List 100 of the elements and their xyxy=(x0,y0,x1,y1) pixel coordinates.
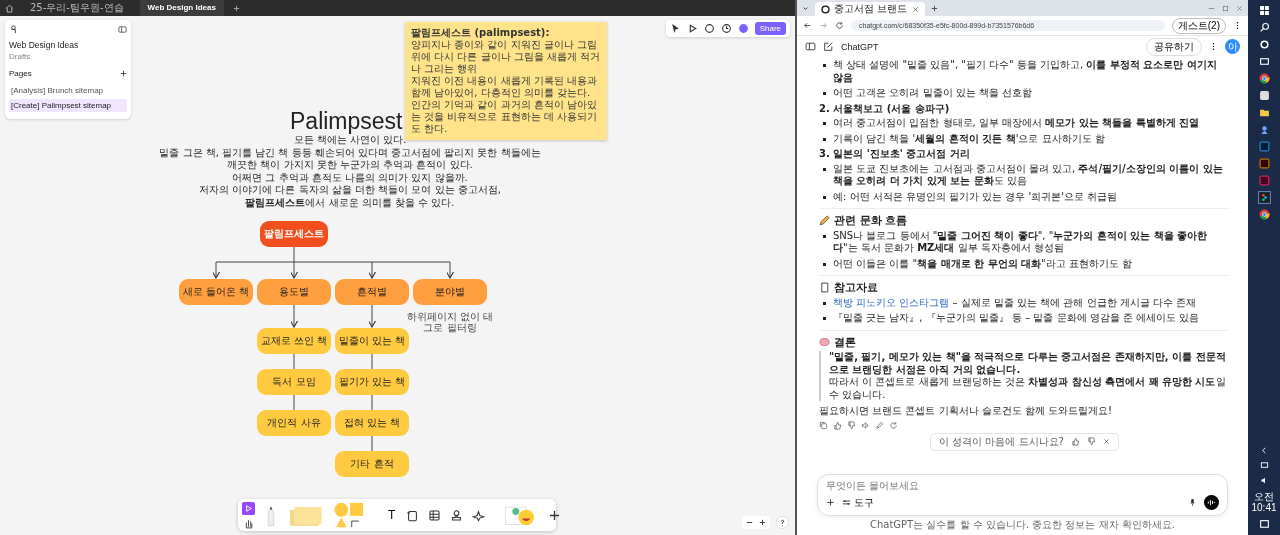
close-icon[interactable] xyxy=(912,5,919,13)
file-name[interactable]: Web Design Ideas xyxy=(9,40,127,50)
sitemap-node[interactable]: 독서 모임 xyxy=(257,369,331,395)
edit-icon[interactable] xyxy=(875,420,884,430)
message-input[interactable]: 무엇이든 물어보세요 xyxy=(826,480,1219,491)
home-icon[interactable] xyxy=(5,3,14,13)
cursor-icon[interactable] xyxy=(669,23,681,34)
bullet-text: 책방 피노키오 인스타그램 – 실제로 밑줄 있는 책에 관해 언급한 게시글 다수 존재 xyxy=(819,296,1230,309)
new-chat-icon[interactable] xyxy=(823,41,834,52)
chrome-icon[interactable] xyxy=(1258,209,1270,220)
reload-icon[interactable] xyxy=(835,21,844,30)
new-tab-icon[interactable] xyxy=(930,3,939,13)
bullet-text: 기록이 담긴 책을 '세월의 흔적이 깃든 책'으로 묘사하기도 함 xyxy=(819,132,1230,145)
microphone-icon[interactable] xyxy=(1188,498,1197,507)
connector-line xyxy=(371,435,373,452)
sticky-title: 팔림프세스트 (palimpsest): xyxy=(411,27,551,39)
notification-icon[interactable] xyxy=(1258,519,1270,530)
network-icon[interactable] xyxy=(1259,461,1269,470)
hand-tool-icon[interactable] xyxy=(243,517,254,529)
app-icon[interactable] xyxy=(1258,158,1270,169)
sitemap-node[interactable]: 밑줄이 있는 책 xyxy=(335,328,409,354)
copy-icon[interactable] xyxy=(819,420,828,430)
avatar-icon[interactable] xyxy=(737,23,749,34)
connector-line xyxy=(293,353,295,370)
speaker-icon[interactable] xyxy=(861,420,870,430)
plus-icon[interactable] xyxy=(548,508,562,522)
sitemap-node[interactable]: 필기가 있는 책 xyxy=(335,369,409,395)
sitemap-node[interactable]: 새로 들어온 책 xyxy=(179,279,253,305)
intro-text: 깨끗한 책이 가지지 못한 누군가의 추억과 흔적이 있다. xyxy=(226,159,474,172)
quote-text: 따라서 이 콘셉트로 새롭게 브랜딩하는 것은 차별성과 참신성 측면에서 꽤 유망한 시도일 수 있습니다. xyxy=(829,376,1227,401)
sidebar-icon[interactable] xyxy=(805,41,816,52)
stamp-icon[interactable] xyxy=(450,508,464,522)
plus-icon[interactable] xyxy=(826,498,835,507)
section-tool-icon[interactable] xyxy=(406,508,420,522)
clock-text[interactable]: 오전 10:41 xyxy=(1248,491,1280,513)
browser-tab[interactable]: 중고서점 브랜드 xyxy=(815,2,925,16)
tools-button[interactable]: 도구 xyxy=(842,495,874,510)
sitemap-node[interactable]: 용도별 xyxy=(257,279,331,305)
brain-icon xyxy=(819,336,830,348)
app-icon[interactable] xyxy=(1258,90,1270,101)
connector-line xyxy=(371,394,373,411)
sitemap-node[interactable]: 팔림프세스트 xyxy=(260,221,328,247)
folder-icon[interactable] xyxy=(1258,107,1270,118)
sitemap-node[interactable]: 개인적 사유 xyxy=(257,410,331,436)
thumbs-down-icon[interactable] xyxy=(847,420,856,430)
video-icon[interactable] xyxy=(1258,56,1270,67)
share-button[interactable]: Share xyxy=(754,22,786,35)
chat-icon[interactable] xyxy=(703,23,715,34)
search-icon[interactable] xyxy=(1258,22,1270,33)
table-icon[interactable] xyxy=(428,508,442,522)
thumbs-down-icon[interactable] xyxy=(1086,437,1096,447)
file-tab[interactable]: 25-우리-팀우원-연습 xyxy=(22,0,132,16)
intro-text: 팔림프세스트에서 새로운 의미를 찾을 수 있다. xyxy=(244,196,456,210)
page-item[interactable]: [Create] Palimpsest sitemap xyxy=(9,99,127,112)
sitemap-node[interactable]: 교재로 쓰인 책 xyxy=(257,328,331,354)
help-icon[interactable] xyxy=(776,516,789,529)
voice-mode-icon[interactable] xyxy=(1204,495,1219,510)
bullet-text: 일본 도쿄 진보초에는 고서점과 중고서점이 몰려 있고, 주석/필기/소장인의 이름이 있는 책을 오히려 더 가치 있게 보는 문화도 있음 xyxy=(819,162,1230,188)
message-composer[interactable]: 무엇이든 물어보세요 도구 xyxy=(817,474,1228,516)
connector-arrow xyxy=(290,304,298,328)
circle-icon[interactable] xyxy=(1258,39,1270,50)
sitemap-node[interactable]: 분야별 xyxy=(413,279,487,305)
sticky-note[interactable]: 팔림프세스트 (palimpsest): 양피지나 종이와 같이 지워진 글이나 그림 위에 다시 다른 글이나 그림을 새롭게 적거나 그리는 행위 지워진 이전 내용이 새롭게 기록된 내용과 함께 남아있어, 다층적인 의미를 갖는다. 인간의 기억과 같이 과거의 흔적이 남아있는 것을 비유적으로 표현하는 데 사용되기도 한다. xyxy=(405,22,607,140)
figjam-logo-icon[interactable] xyxy=(9,25,18,34)
thumbs-up-icon[interactable] xyxy=(833,420,842,430)
list-heading: 3. 일본의 '진보초' 중고서점 거리 xyxy=(819,148,971,161)
text-tool[interactable]: T xyxy=(386,508,398,522)
close-icon[interactable] xyxy=(1102,438,1110,446)
sitemap-node[interactable]: 흔적별 xyxy=(335,279,409,305)
windows-icon[interactable] xyxy=(1258,5,1270,16)
select-tool-icon[interactable] xyxy=(242,501,255,515)
add-tab-icon[interactable] xyxy=(231,3,241,13)
file-tab[interactable]: Web Design Ideas xyxy=(139,0,224,16)
chevron-icon[interactable] xyxy=(1259,446,1269,455)
sparkle-icon[interactable] xyxy=(472,508,486,522)
add-page-icon[interactable] xyxy=(120,70,127,77)
model-selector[interactable]: ChatGPT xyxy=(841,41,879,52)
maximize-icon[interactable] xyxy=(1221,3,1230,13)
bullet-text: 예: 어떤 서적은 유명인의 필기가 있는 경우 '희귀본'으로 취급됨 xyxy=(819,190,1230,203)
intro-text: 어쩌면 그 추억과 흔적도 나름의 의미가 있지 않을까. xyxy=(231,171,469,185)
panel-toggle-icon[interactable] xyxy=(118,25,127,34)
bullet-text: 어떤 고객은 오히려 밑줄이 있는 책을 선호함 xyxy=(819,87,1230,100)
chatgpt-logo-icon xyxy=(821,4,830,14)
profile-button[interactable]: 게스트(2) xyxy=(1171,17,1226,34)
timer-icon[interactable] xyxy=(720,23,732,34)
thumbs-up-icon[interactable] xyxy=(1070,437,1080,447)
zoom-in-icon[interactable] xyxy=(758,518,767,527)
share-button[interactable]: 공유하기 xyxy=(1146,37,1202,56)
app-icon[interactable] xyxy=(1258,192,1270,203)
sticky-text: 양피지나 종이와 같이 지워진 글이나 그림 위에 다시 다른 글이나 그림을 새롭게 적거나 그리는 행위 xyxy=(411,39,601,75)
list-heading: 2. 서울책보고 (서울 송파구) xyxy=(819,102,951,115)
pages-heading: Pages xyxy=(9,69,32,78)
sticky-text: 인간의 기억과 같이 과거의 흔적이 남아있는 것을 비유적으로 표현하는 데 사용되기도 한다. xyxy=(411,99,598,135)
chrome-icon[interactable] xyxy=(1258,73,1270,84)
back-icon[interactable] xyxy=(803,21,812,30)
section-heading: 관련 문화 흐름 xyxy=(834,214,908,227)
instagram-link[interactable]: 책방 피노키오 인스타그램 xyxy=(833,296,950,308)
sitemap-node[interactable]: 기타 흔적 xyxy=(335,451,409,477)
page-item[interactable]: [Analysis] Brunch sitemap xyxy=(9,84,127,97)
sitemap-node[interactable]: 접혀 있는 책 xyxy=(335,410,409,436)
